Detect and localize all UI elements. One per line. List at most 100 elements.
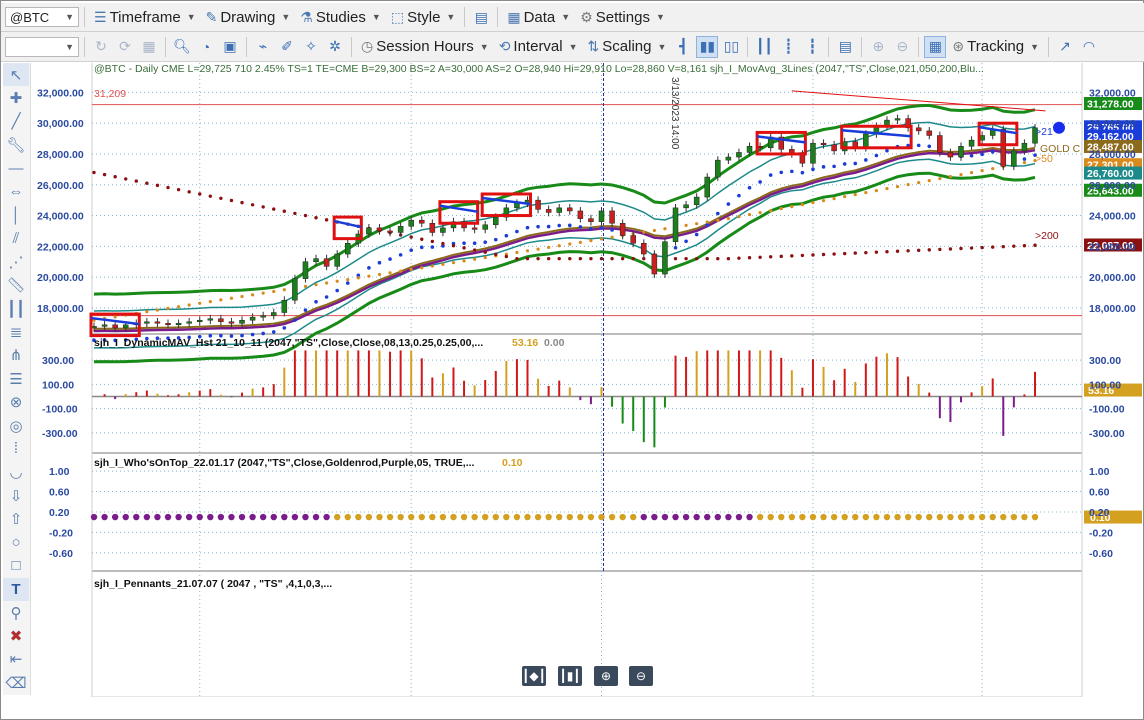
drawing-button[interactable]: ✎ Drawing ▼ — [202, 6, 295, 28]
scroll-bars-button[interactable]: ┃◆┃ — [522, 666, 546, 686]
symbol-input[interactable]: @BTC ▼ — [5, 7, 79, 27]
rectangle-icon[interactable]: □ — [3, 554, 29, 577]
candle[interactable] — [926, 130, 933, 136]
refresh-icon[interactable]: ↻ — [90, 36, 112, 58]
candle[interactable] — [207, 318, 214, 321]
candle[interactable] — [493, 216, 499, 226]
expand-icon[interactable]: ┇ — [801, 36, 823, 58]
compass-icon[interactable]: ✧ — [300, 36, 322, 58]
zoom-in-icon[interactable]: ⊕ — [867, 36, 889, 58]
candle[interactable] — [577, 210, 584, 219]
candle[interactable] — [334, 253, 340, 267]
candle[interactable] — [810, 142, 816, 164]
zoom-out-button[interactable]: ⊖ — [629, 666, 653, 686]
pointer-icon[interactable]: ↖ — [3, 63, 29, 87]
settings-button[interactable]: ⚙ Settings ▼ — [576, 6, 669, 28]
candle[interactable] — [863, 133, 869, 149]
channel-icon[interactable]: ⫽ — [3, 227, 29, 250]
arc-icon[interactable]: ◡ — [3, 461, 29, 484]
candle[interactable] — [545, 209, 552, 213]
candle[interactable] — [736, 152, 742, 158]
candle[interactable] — [693, 196, 700, 206]
tracking-button[interactable]: ⊛ Tracking ▼ — [948, 36, 1043, 58]
candle[interactable] — [387, 230, 393, 233]
spiral-icon[interactable]: ◎ — [3, 414, 29, 437]
interval-select[interactable]: ▼ — [5, 36, 79, 57]
candle[interactable] — [376, 227, 383, 232]
candle[interactable] — [345, 243, 351, 255]
collapse-left-icon[interactable]: ⇤ — [3, 648, 29, 671]
bar-chart-icon[interactable]: ┫ — [672, 36, 694, 58]
compress-icon[interactable]: ┋ — [777, 36, 799, 58]
delete-drawing-icon[interactable]: ✖ — [3, 624, 29, 647]
candle[interactable] — [672, 207, 679, 242]
last-price-marker[interactable] — [1053, 121, 1065, 134]
candle[interactable] — [915, 127, 922, 132]
candle[interactable] — [630, 235, 636, 244]
candle[interactable] — [704, 176, 710, 198]
candle[interactable] — [323, 258, 330, 267]
candle[interactable] — [968, 139, 975, 147]
style-button[interactable]: ⬚ Style ▼ — [387, 6, 460, 28]
parallel-lines-icon[interactable]: ⋰ — [3, 250, 29, 273]
candle[interactable] — [1011, 150, 1017, 167]
add-chart-icon[interactable]: ↗ — [1054, 36, 1076, 58]
scaling-button[interactable]: ⇅ Scaling ▼ — [584, 36, 671, 58]
candle[interactable] — [239, 319, 245, 324]
candle[interactable] — [397, 226, 404, 233]
fib-icon[interactable]: ≣ — [3, 320, 29, 343]
price-panel[interactable]: 31,278.0029,765.0029,162.0028,487.0027,3… — [89, 63, 1142, 573]
gauge-icon[interactable]: ◔ — [195, 36, 217, 58]
candle[interactable] — [609, 210, 615, 224]
candle[interactable] — [535, 199, 541, 210]
candle[interactable] — [196, 319, 203, 323]
candle[interactable] — [894, 118, 901, 121]
candle[interactable] — [683, 204, 689, 209]
candle[interactable] — [440, 227, 446, 233]
data-button[interactable]: ▦ Data ▼ — [503, 6, 574, 28]
candle[interactable] — [471, 227, 478, 230]
candle[interactable] — [1021, 142, 1028, 152]
candle[interactable] — [429, 222, 436, 233]
candle[interactable] — [165, 323, 171, 326]
candle[interactable] — [186, 321, 192, 324]
candle[interactable] — [831, 144, 837, 152]
candle[interactable] — [619, 222, 626, 236]
text-icon[interactable]: T — [3, 577, 29, 601]
draw-icon[interactable]: ✐ — [276, 36, 298, 58]
candle[interactable] — [154, 321, 161, 324]
layout-icon[interactable]: ▤ — [470, 6, 492, 28]
candle[interactable] — [270, 312, 277, 316]
candle[interactable] — [292, 278, 298, 301]
candle[interactable] — [514, 202, 520, 209]
circle-icon[interactable]: ○ — [3, 531, 29, 554]
candle[interactable] — [641, 243, 647, 255]
zoom-out-icon[interactable]: ⊖ — [891, 36, 913, 58]
fan-icon[interactable]: ⋔ — [3, 344, 29, 367]
vertical-line-icon[interactable]: │ — [3, 203, 29, 226]
crosshair-icon[interactable]: ✚ — [3, 86, 29, 109]
speedometer-icon[interactable]: ◠ — [1078, 36, 1100, 58]
chevron-down-icon[interactable]: ▼ — [65, 42, 74, 52]
ruler-vertical-icon[interactable]: ⁞ — [3, 437, 29, 460]
fit-bars-button[interactable]: ┃▮┃ — [558, 666, 582, 686]
ruler-icon[interactable]: 📏︎ — [3, 274, 29, 297]
reload-icon[interactable]: ⟳ — [114, 36, 136, 58]
settings-icon[interactable]: ✲ — [324, 36, 346, 58]
horizontal-line-icon[interactable]: ― — [3, 157, 29, 180]
arrow-down-icon[interactable]: ⇩ — [3, 484, 29, 507]
chart-type-icon[interactable]: ⌁ — [252, 36, 274, 58]
lines-icon[interactable]: ☰ — [3, 367, 29, 390]
vertical-bars-icon[interactable]: ┃┃ — [3, 297, 29, 320]
candle[interactable] — [281, 299, 288, 313]
gann-icon[interactable]: ⊗ — [3, 390, 29, 413]
candle[interactable] — [112, 324, 118, 329]
candle[interactable] — [482, 224, 488, 230]
candle[interactable] — [419, 219, 425, 224]
studies-button[interactable]: ⚗ Studies ▼ — [296, 6, 385, 28]
candle[interactable] — [746, 146, 753, 153]
trendline-icon[interactable]: ╱ — [3, 110, 29, 133]
candle[interactable] — [1000, 129, 1007, 167]
zoom-in-button[interactable]: ⊕ — [594, 666, 618, 686]
data-window-icon[interactable]: ▦ — [924, 35, 947, 58]
